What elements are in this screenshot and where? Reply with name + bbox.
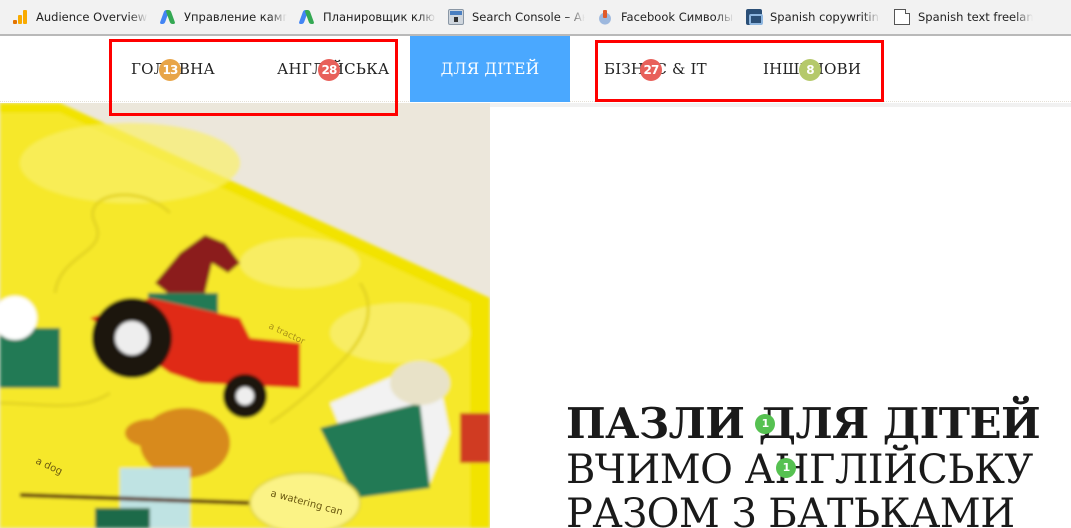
bookmark-label: Управление кампани	[184, 10, 287, 24]
hero-title: ПАЗЛИ ДЛЯ ДІТЕЙ	[566, 399, 1041, 448]
analytics-icon	[12, 9, 28, 25]
facebook-symbols-icon	[597, 9, 613, 25]
click-count-badge: 1	[755, 414, 775, 434]
click-count-badge: 28	[318, 59, 340, 81]
bookmark-label: Планировщик ключе	[323, 10, 436, 24]
puzzle-illustration: a dog a watering can a tractor	[0, 103, 490, 528]
bookmark-keyword-planner[interactable]: Планировщик ключе	[298, 9, 436, 25]
google-ads-icon	[159, 9, 176, 25]
click-count-badge: 13	[159, 59, 181, 81]
hero-image: a dog a watering can a tractor	[0, 103, 490, 528]
hero-subtitle-line-2: РАЗОМ З БАТЬКАМИ	[566, 491, 1015, 528]
bookmark-label: Search Console – Ана	[472, 10, 585, 24]
bookmark-label: Audience Overview -	[36, 10, 148, 24]
click-count-badge: 27	[640, 59, 662, 81]
section-divider	[490, 103, 1071, 107]
hero-subtitle-line-1: ВЧИМО АНГЛІЙСЬКУ	[566, 447, 1033, 493]
click-count-badge: 1	[776, 458, 796, 478]
bookmark-spanish-text-freelance[interactable]: Spanish text freelance	[892, 9, 1033, 25]
hero-text: ПАЗЛИ ДЛЯ ДІТЕЙ ВЧИМО АНГЛІЙСЬКУ РАЗОМ З…	[566, 399, 1041, 528]
click-count-badge: 8	[799, 59, 821, 81]
google-ads-icon	[298, 9, 315, 25]
bookmark-spanish-copywriting[interactable]: Spanish copywriting,	[746, 9, 880, 25]
search-console-icon	[448, 9, 464, 25]
bookmark-search-console[interactable]: Search Console – Ана	[448, 9, 585, 25]
bookmark-label: Spanish text freelance	[918, 10, 1033, 24]
bookmarks-bar: Audience Overview - Управление кампани П…	[0, 0, 1071, 36]
bookmark-audience-overview[interactable]: Audience Overview -	[12, 9, 148, 25]
document-icon	[894, 9, 910, 25]
bookmark-campaign-management[interactable]: Управление кампани	[159, 9, 287, 25]
bookmark-facebook-symbols[interactable]: Facebook Символы: с	[597, 9, 734, 25]
spanish-copywriting-icon	[746, 9, 763, 25]
bookmark-label: Facebook Символы: с	[621, 10, 734, 24]
bookmark-label: Spanish copywriting,	[770, 10, 880, 24]
nav-item-for-kids[interactable]: ДЛЯ ДІТЕЙ	[410, 36, 570, 102]
